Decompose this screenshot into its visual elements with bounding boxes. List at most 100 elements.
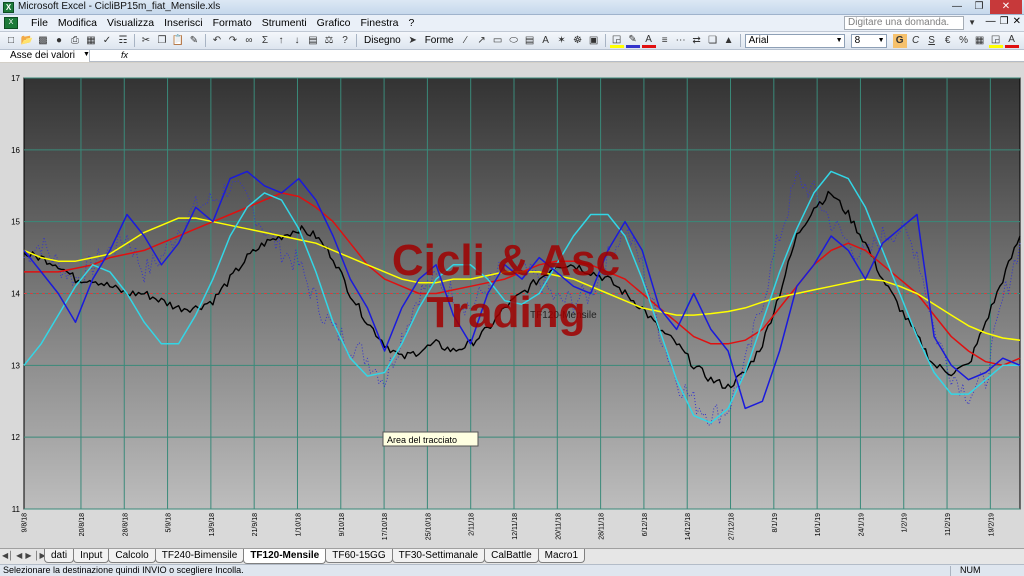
menu-file[interactable]: File <box>26 17 53 29</box>
hyperlink-icon[interactable]: ∞ <box>242 34 256 48</box>
copy-icon[interactable]: ❐ <box>155 34 169 48</box>
menu-finestra[interactable]: Finestra <box>356 17 404 29</box>
italic-icon[interactable]: C <box>909 34 923 48</box>
watermark-line1: Cicli & Asc <box>392 236 620 285</box>
help-icon[interactable]: ? <box>338 34 352 48</box>
arrow-style-icon[interactable]: ⇄ <box>690 34 704 48</box>
dash-style-icon[interactable]: ⋯ <box>674 34 688 48</box>
doc-restore-button[interactable]: ❐ <box>1000 16 1009 27</box>
percent-icon[interactable]: % <box>957 34 971 48</box>
function-icon[interactable]: fx <box>121 50 128 61</box>
x-tick-label: 19/2/19 <box>988 513 995 536</box>
arrow-icon[interactable]: ↗ <box>475 34 489 48</box>
menu-visualizza[interactable]: Visualizza <box>102 17 159 29</box>
x-tick-label: 1/2/19 <box>902 513 909 533</box>
research-icon[interactable]: ☶ <box>116 34 130 48</box>
numlock-indicator: NUM <box>960 565 981 575</box>
line-color-icon[interactable]: ✎ <box>625 34 640 48</box>
prev-tab-icon[interactable]: ◀ <box>16 551 22 560</box>
close-button[interactable]: ✕ <box>990 0 1022 14</box>
tab-tf120-mensile[interactable]: TF120-Mensile <box>243 549 327 564</box>
shadow-icon[interactable]: ❏ <box>706 34 720 48</box>
shapes-menu[interactable]: Forme <box>422 35 457 46</box>
fill-color-icon-2[interactable]: ◲ <box>988 34 1003 48</box>
x-tick-label: 16/1/19 <box>815 513 822 536</box>
open-folder-icon[interactable]: 📂 <box>20 34 34 48</box>
redo-icon[interactable]: ↷ <box>226 34 240 48</box>
tab-tf60-15gg[interactable]: TF60-15GG <box>325 549 393 563</box>
font-color-icon-2[interactable]: A <box>1004 34 1019 48</box>
line-style-icon[interactable]: ≡ <box>658 34 672 48</box>
doc-close-button[interactable]: ✕ <box>1013 16 1021 27</box>
first-tab-icon[interactable]: ◀│ <box>2 551 13 560</box>
zoom-icon[interactable]: ⚖ <box>322 34 336 48</box>
window-title: Microsoft Excel - CicliBP15m_fiat_Mensil… <box>18 1 221 12</box>
fill-color-icon[interactable]: ◲ <box>609 34 624 48</box>
font-name-select[interactable]: Arial ▼ <box>744 33 845 48</box>
menu-grafico[interactable]: Grafico <box>312 17 356 29</box>
borders-icon[interactable]: ▦ <box>973 34 987 48</box>
tab-input[interactable]: Input <box>73 549 110 563</box>
rectangle-icon[interactable]: ▭ <box>491 34 505 48</box>
help-question-input[interactable]: Digitare una domanda. <box>844 16 964 30</box>
underline-icon[interactable]: S <box>925 34 939 48</box>
tab-dati[interactable]: dati <box>44 549 75 563</box>
textbox-icon[interactable]: ▤ <box>523 34 537 48</box>
chevron-down-icon[interactable]: ▼ <box>968 18 976 27</box>
select-pointer-icon[interactable]: ➤ <box>406 34 420 48</box>
chart-sheet[interactable]: 11 12 13 14 15 16 17 9/8/18 20/8/18 28/8/18 5/9/1… <box>0 63 1024 548</box>
font-size-select[interactable]: 8 ▼ <box>850 33 887 48</box>
oval-icon[interactable]: ⬭ <box>507 34 521 48</box>
tab-macro1[interactable]: Macro1 <box>537 549 586 563</box>
chart-svg[interactable]: 11 12 13 14 15 16 17 9/8/18 20/8/18 28/8/18 5/9/1… <box>0 63 1024 548</box>
sort-descending-icon[interactable]: ↓ <box>290 34 304 48</box>
font-color-icon[interactable]: A <box>641 34 656 48</box>
spelling-icon[interactable]: ✓ <box>100 34 114 48</box>
currency-icon[interactable]: € <box>941 34 955 48</box>
diagram-icon[interactable]: ✶ <box>555 34 569 48</box>
save-icon[interactable]: ▩ <box>36 34 50 48</box>
y-tick-label: 12 <box>11 433 20 442</box>
workbook-icon[interactable]: X <box>4 17 18 29</box>
tab-calbattle[interactable]: CalBattle <box>484 549 539 563</box>
tab-calcolo[interactable]: Calcolo <box>108 549 156 563</box>
chevron-down-icon: ▼ <box>835 36 843 44</box>
autosum-icon[interactable]: Σ <box>258 34 272 48</box>
picture-icon[interactable]: ▣ <box>587 34 601 48</box>
restore-button[interactable]: ❐ <box>968 0 990 14</box>
chart-wizard-icon[interactable]: ▤ <box>306 34 320 48</box>
print-preview-icon[interactable]: ▦ <box>84 34 98 48</box>
undo-icon[interactable]: ↶ <box>210 34 224 48</box>
x-tick-label: 12/11/18 <box>512 513 519 540</box>
y-axis[interactable]: 11 12 13 14 15 16 17 <box>11 74 20 514</box>
new-file-icon[interactable]: □ <box>4 34 18 48</box>
clipart-icon[interactable]: ☸ <box>571 34 585 48</box>
permission-icon[interactable]: ● <box>52 34 66 48</box>
x-tick-label: 8/1/19 <box>772 513 779 533</box>
name-box[interactable]: Asse dei valori <box>0 50 90 62</box>
wordart-icon[interactable]: A <box>539 34 553 48</box>
chevron-down-icon[interactable]: ▼ <box>83 51 90 58</box>
x-axis[interactable]: 9/8/18 20/8/18 28/8/18 5/9/18 13/9/18 21/9/18… <box>22 513 996 540</box>
format-painter-icon[interactable]: ✎ <box>187 34 201 48</box>
menu-formato[interactable]: Formato <box>208 17 257 29</box>
menu-strumenti[interactable]: Strumenti <box>257 17 312 29</box>
sort-ascending-icon[interactable]: ↑ <box>274 34 288 48</box>
print-icon[interactable]: ⎙ <box>68 34 82 48</box>
menu-inserisci[interactable]: Inserisci <box>159 17 208 29</box>
doc-minimize-button[interactable]: — <box>986 16 996 27</box>
draw-menu[interactable]: Disegno <box>361 35 404 46</box>
minimize-button[interactable]: — <box>946 0 968 14</box>
bold-icon[interactable]: G <box>892 33 907 48</box>
next-tab-icon[interactable]: ▶ <box>25 551 31 560</box>
x-tick-label: 24/1/19 <box>858 513 865 536</box>
line-icon[interactable]: ∕ <box>459 34 473 48</box>
cut-icon[interactable]: ✂ <box>139 34 153 48</box>
tooltip-text: Area del tracciato <box>387 435 457 445</box>
3d-icon[interactable]: ▲ <box>722 34 736 48</box>
menu-help[interactable]: ? <box>403 17 419 29</box>
paste-icon[interactable]: 📋 <box>171 34 185 48</box>
tab-tf240-bimensile[interactable]: TF240-Bimensile <box>154 549 245 563</box>
menu-modifica[interactable]: Modifica <box>53 17 102 29</box>
tab-tf30-settimanale[interactable]: TF30-Settimanale <box>391 549 486 563</box>
